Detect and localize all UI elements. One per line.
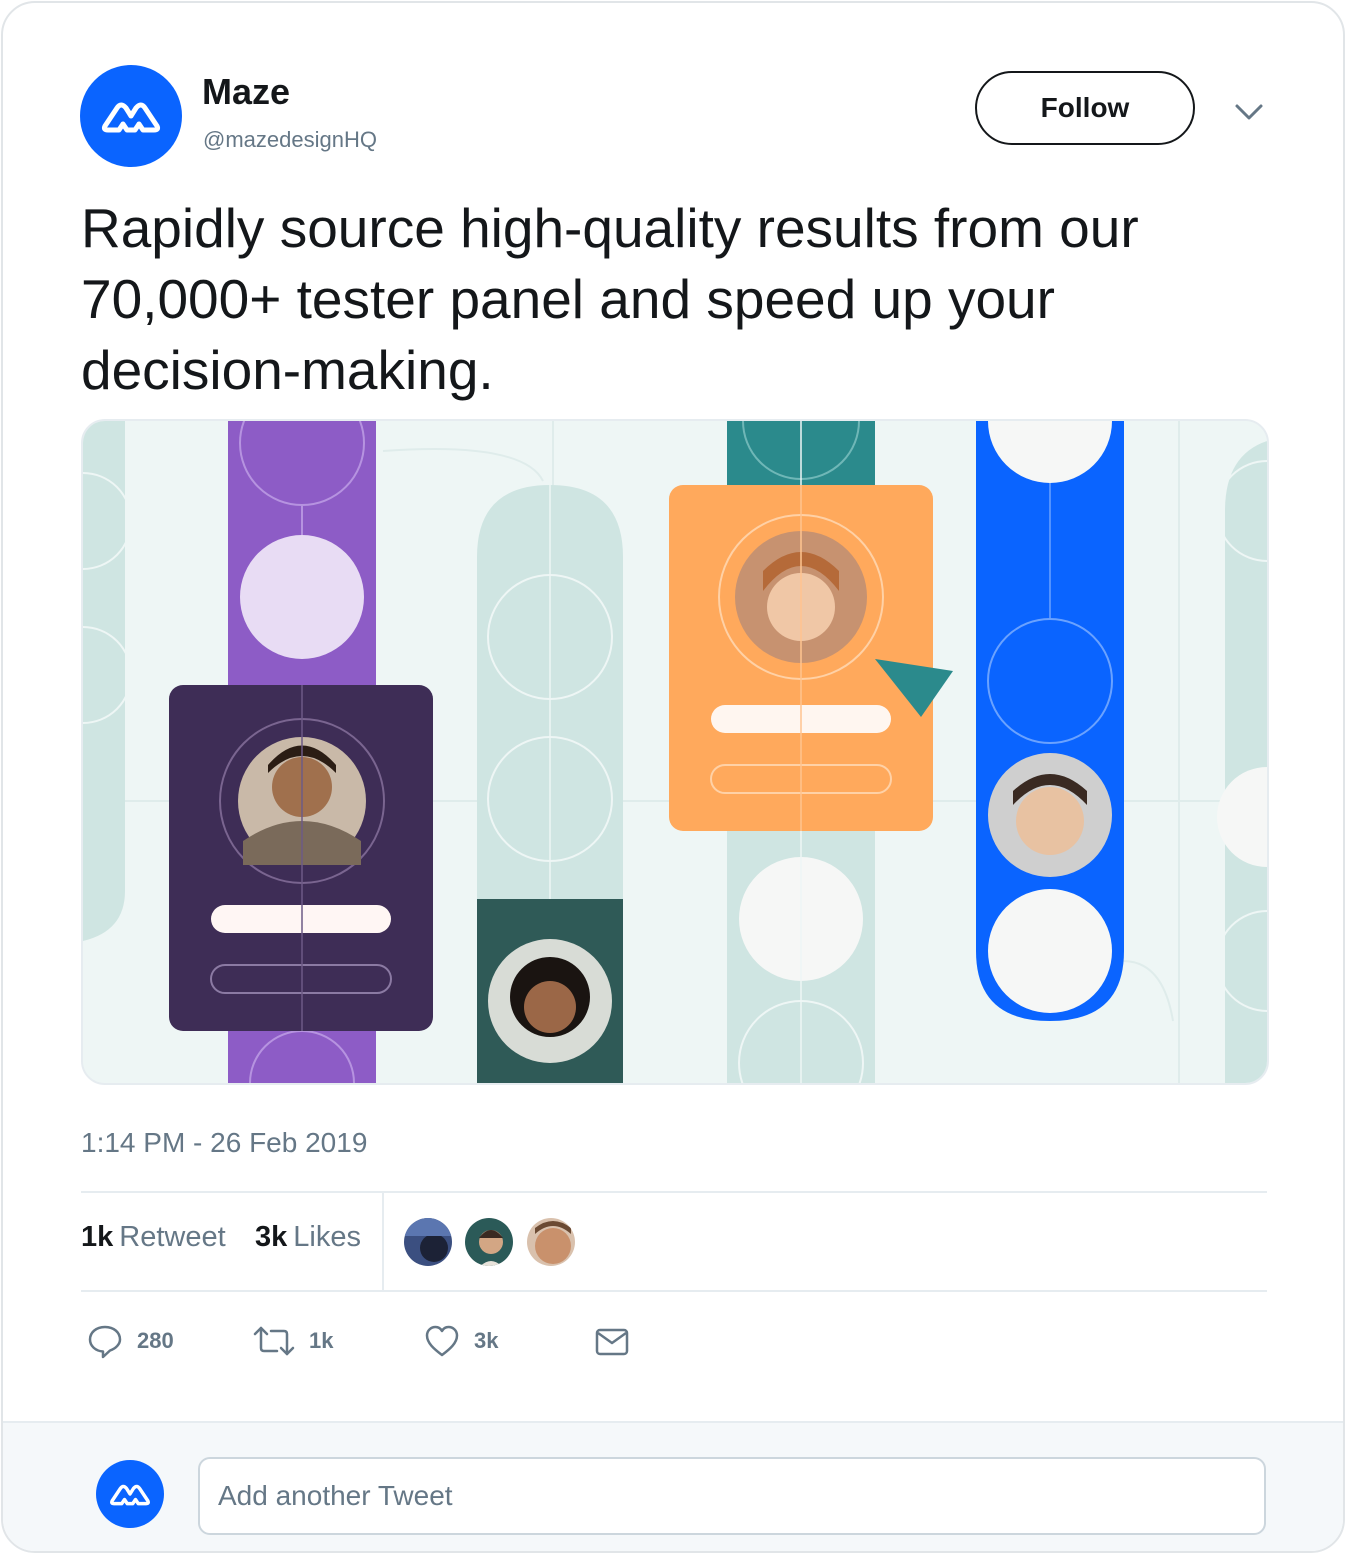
divider [81, 1191, 1267, 1193]
liker-avatar[interactable] [463, 1216, 515, 1268]
retweets-stat[interactable]: 1k Retweet [81, 1221, 226, 1254]
retweet-icon [253, 1326, 295, 1356]
reply-count: 280 [137, 1328, 174, 1353]
tweet-card: Maze @mazedesignHQ Follow Rapidly source… [1, 1, 1345, 1553]
tweet-media-image[interactable] [81, 419, 1269, 1085]
follow-button[interactable]: Follow [975, 71, 1195, 145]
divider [81, 1290, 1267, 1292]
retweets-count: 1k [81, 1221, 114, 1253]
tweet-timestamp[interactable]: 1:14 PM - 26 Feb 2019 [81, 1127, 367, 1159]
account-handle[interactable]: @mazedesignHQ [203, 127, 377, 153]
liker-avatar[interactable] [525, 1216, 577, 1268]
retweets-label: Retweet [119, 1221, 226, 1253]
maze-logo-icon[interactable] [80, 65, 182, 167]
retweet-action[interactable]: 1k [253, 1321, 333, 1361]
reply-input[interactable] [198, 1457, 1266, 1535]
account-name[interactable]: Maze [202, 71, 290, 113]
like-count: 3k [474, 1328, 499, 1353]
likes-count: 3k [255, 1221, 288, 1253]
tweet-text: Rapidly source high-quality results from… [81, 197, 1139, 401]
envelope-icon [595, 1328, 629, 1356]
likes-label: Likes [293, 1221, 361, 1253]
divider-vertical [382, 1193, 384, 1291]
liker-avatar[interactable] [402, 1216, 454, 1268]
retweet-count: 1k [309, 1328, 334, 1353]
maze-logo-icon[interactable] [96, 1460, 164, 1528]
likes-stat[interactable]: 3k Likes [255, 1221, 361, 1254]
like-action[interactable]: 3k [424, 1321, 498, 1361]
chevron-down-icon[interactable] [1233, 101, 1265, 123]
heart-icon [425, 1325, 459, 1357]
reply-icon [88, 1325, 122, 1359]
direct-message-action[interactable] [595, 1321, 629, 1361]
reply-action[interactable]: 280 [87, 1321, 174, 1361]
